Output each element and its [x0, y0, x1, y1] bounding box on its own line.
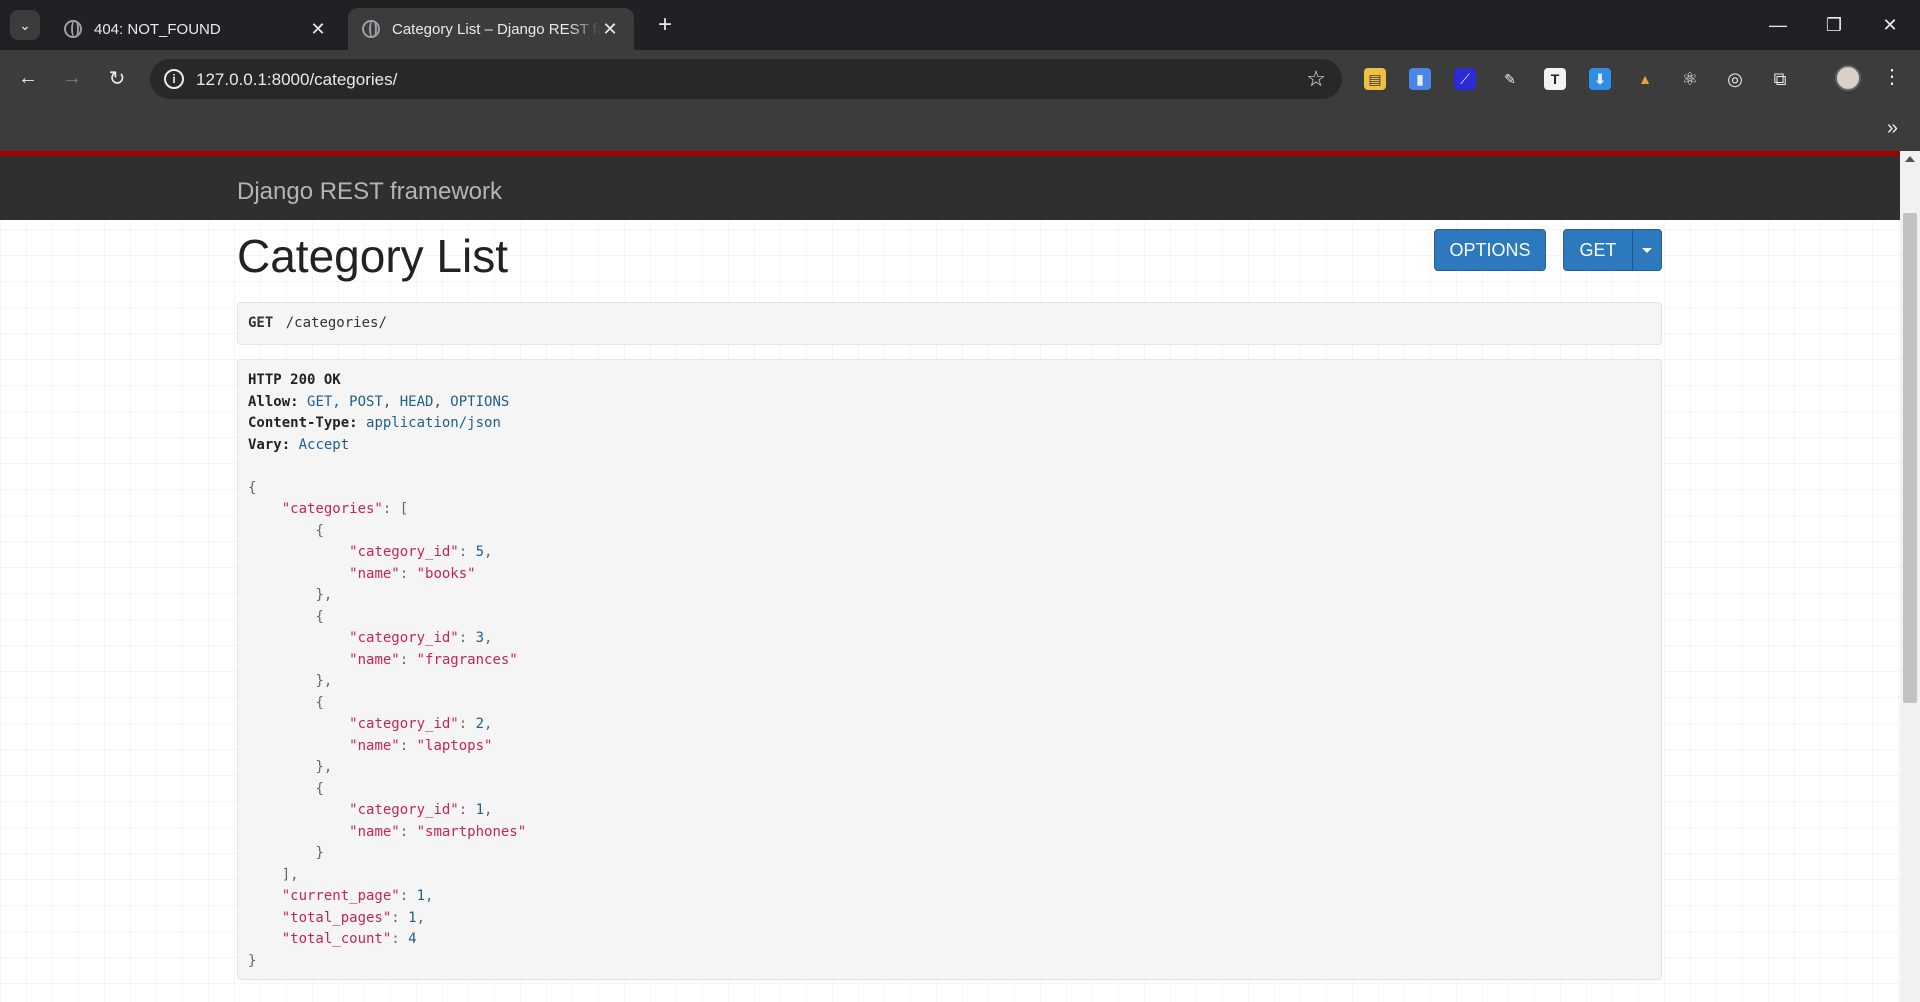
globe-icon	[362, 20, 380, 38]
restore-icon: ❐	[1825, 14, 1843, 35]
close-icon: ✕	[1882, 14, 1898, 35]
json-value: "smartphones"	[416, 823, 527, 840]
globe-icon	[64, 20, 82, 38]
picker-icon[interactable]: ⟋	[1454, 68, 1476, 90]
back-button[interactable]: ←	[12, 62, 44, 94]
header-key: Vary:	[248, 436, 291, 453]
target-icon[interactable]: ◎	[1724, 68, 1746, 90]
response-status: HTTP 200 OK	[248, 372, 341, 388]
close-window-button[interactable]: ✕	[1862, 0, 1918, 50]
browser-toolbar: ← → ↻ i 127.0.0.1:8000/categories/ ☆ ▤ ▮…	[0, 50, 1920, 107]
docs-icon[interactable]: ▮	[1409, 68, 1431, 90]
drf-brand-link[interactable]: Django REST framework	[237, 178, 502, 206]
get-button[interactable]: GET	[1563, 229, 1633, 271]
tab-404[interactable]: 404: NOT_FOUND ✕	[50, 8, 342, 50]
close-icon[interactable]: ✕	[600, 19, 620, 40]
new-tab-button[interactable]: +	[650, 10, 680, 40]
request-info: GET /categories/	[237, 302, 1662, 345]
drf-navbar: Django REST framework	[0, 151, 1900, 220]
url-text[interactable]: 127.0.0.1:8000/categories/	[196, 70, 397, 90]
t-icon[interactable]: T	[1544, 68, 1566, 90]
scroll-thumb[interactable]	[1903, 213, 1917, 703]
note-icon[interactable]: ▤	[1364, 68, 1386, 90]
site-info-icon[interactable]: i	[164, 69, 184, 89]
json-value: 1	[416, 888, 426, 904]
chevron-double-right-icon[interactable]: »	[1887, 117, 1898, 140]
get-format-dropdown[interactable]	[1632, 229, 1662, 271]
eyedropper-icon[interactable]: ✎	[1499, 68, 1521, 90]
response-info: HTTP 200 OK Allow: GET, POST, HEAD, OPTI…	[237, 359, 1662, 980]
tab-title: Category List – Django REST fra	[392, 20, 600, 38]
header-key: Allow:	[248, 393, 299, 410]
caret-down-icon	[1642, 247, 1652, 253]
minimize-button[interactable]: —	[1750, 0, 1806, 50]
json-value: "laptops"	[416, 737, 493, 754]
tab-strip: ⌄ 404: NOT_FOUND ✕ Category List – Djang…	[0, 0, 1920, 50]
react-icon[interactable]: ⚛	[1679, 68, 1701, 90]
request-method: GET	[248, 315, 274, 331]
json-value: "books"	[416, 565, 476, 582]
json-value: 4	[408, 931, 417, 947]
scroll-up-icon[interactable]	[1905, 156, 1915, 162]
options-button[interactable]: OPTIONS	[1434, 229, 1546, 271]
puzzle-icon[interactable]: ⧉	[1769, 68, 1791, 90]
tab-title: 404: NOT_FOUND	[94, 20, 221, 38]
json-value: 5	[475, 544, 485, 560]
header-value: application/json	[366, 415, 501, 431]
reload-icon: ↻	[108, 67, 126, 90]
forward-button[interactable]: →	[56, 62, 88, 94]
json-value: 3	[475, 630, 485, 646]
reload-button[interactable]: ↻	[101, 62, 133, 94]
menu-icon[interactable]: ⋮	[1882, 64, 1902, 89]
address-bar[interactable]: i 127.0.0.1:8000/categories/ ☆	[150, 59, 1342, 99]
profile-avatar[interactable]	[1835, 65, 1861, 91]
tab-category-list[interactable]: Category List – Django REST fra ✕	[348, 8, 634, 50]
chevron-down-icon: ⌄	[19, 16, 31, 33]
request-path: /categories/	[285, 315, 387, 331]
page-viewport: Django REST framework Category List OPTI…	[0, 151, 1900, 1002]
tab-search-button[interactable]: ⌄	[10, 10, 40, 40]
header-key: Content-Type:	[248, 415, 358, 431]
page-scrollbar[interactable]	[1900, 151, 1920, 1002]
json-value: "fragrances"	[416, 651, 518, 668]
bookmarks-bar: »	[0, 107, 1920, 151]
restore-button[interactable]: ❐	[1806, 0, 1862, 50]
arrow-right-icon: →	[62, 66, 82, 89]
arrow-left-icon: ←	[18, 66, 38, 89]
header-value: Accept	[298, 436, 350, 453]
download-icon[interactable]: ⬇	[1589, 68, 1611, 90]
json-value: 1	[475, 802, 485, 818]
star-icon[interactable]: ☆	[1306, 66, 1326, 92]
json-value: 2	[475, 716, 485, 732]
json-value: 1	[408, 909, 417, 926]
hat-icon[interactable]: ▲	[1634, 68, 1656, 90]
page-title: Category List	[237, 230, 509, 282]
close-icon[interactable]: ✕	[308, 19, 328, 40]
minimize-icon: —	[1769, 14, 1787, 35]
header-value: GET, POST, HEAD, OPTIONS	[307, 393, 510, 410]
plus-icon: +	[657, 11, 672, 38]
